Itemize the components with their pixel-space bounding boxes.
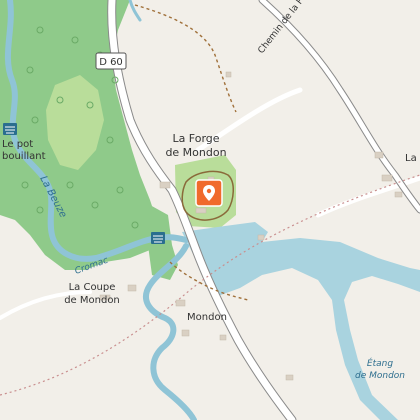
water-poi-icon[interactable]: [151, 232, 165, 244]
place-label-la-v: La V: [405, 153, 420, 164]
place-label-la-forge-1: La Forge: [172, 132, 219, 145]
water-poi-icon[interactable]: [3, 123, 17, 135]
lake-label-etang-1: Étang: [367, 357, 393, 369]
lake-label-etang-2: de Mondon: [355, 371, 405, 381]
road-label-d60: D 60: [99, 57, 123, 68]
place-label-la-coupe-1: La Coupe: [69, 282, 116, 293]
place-label-la-forge-2: de Mondon: [165, 146, 226, 159]
place-label-le-pot-2: bouillant: [2, 151, 46, 162]
road-shield-d60: D 60: [95, 52, 127, 70]
place-label-mondon: Mondon: [187, 312, 227, 323]
location-pin-icon[interactable]: [195, 179, 223, 207]
place-label-la-coupe-2: de Mondon: [64, 295, 120, 306]
map-canvas[interactable]: D 60 Chemin de la Forge La Forge de Mond…: [0, 0, 420, 420]
map-view[interactable]: D 60 Chemin de la Forge La Forge de Mond…: [0, 0, 420, 420]
place-label-le-pot-1: Le pot: [2, 139, 33, 150]
